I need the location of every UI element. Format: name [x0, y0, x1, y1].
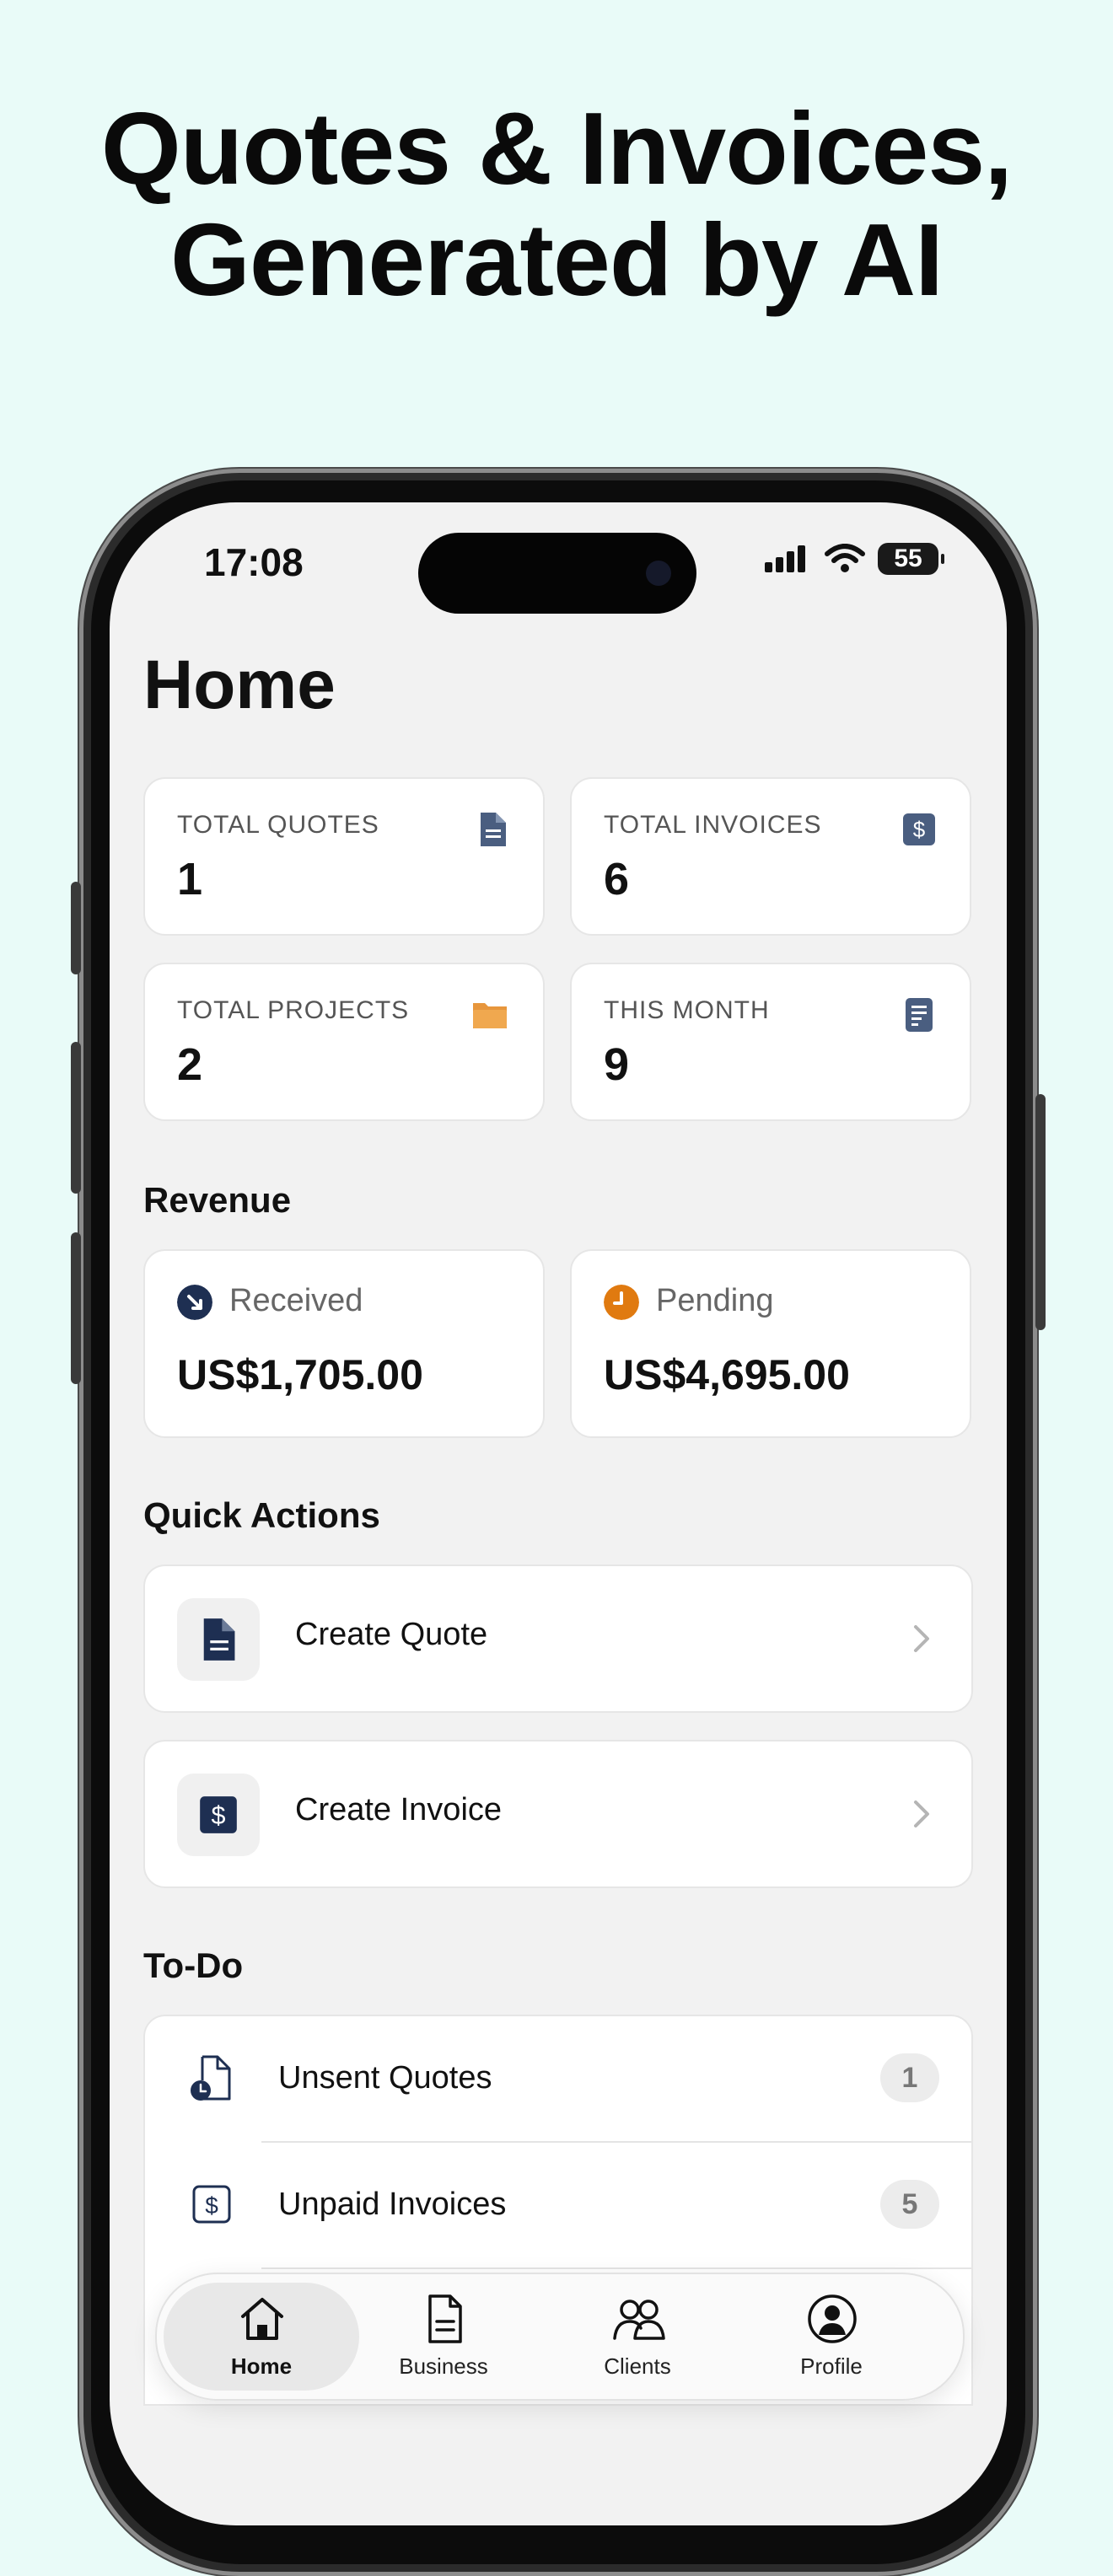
dollar-icon: $	[903, 813, 935, 845]
side-button	[1035, 1094, 1046, 1330]
stat-label: THIS MONTH	[604, 996, 770, 1024]
todo-label: Unsent Quotes	[278, 2060, 492, 2096]
battery-indicator: 55	[878, 543, 944, 575]
create-quote-button[interactable]: Create Quote	[143, 1564, 973, 1713]
todo-label: Unpaid Invoices	[278, 2187, 507, 2222]
stat-value: 9	[604, 1039, 630, 1090]
profile-icon	[808, 2294, 857, 2343]
tab-label: Profile	[800, 2353, 863, 2379]
revenue-received-card[interactable]: Received US$1,705.00	[143, 1249, 545, 1438]
divider	[261, 2267, 971, 2269]
stat-card-total-projects[interactable]: TOTAL PROJECTS 2	[143, 963, 545, 1121]
revenue-section-title: Revenue	[143, 1180, 292, 1220]
marketing-headline: Quotes & Invoices, Generated by AI	[0, 93, 1113, 315]
stat-card-total-quotes[interactable]: TOTAL QUOTES 1	[143, 777, 545, 936]
revenue-amount: US$1,705.00	[177, 1351, 423, 1398]
stat-value: 6	[604, 854, 630, 904]
revenue-label: Received	[229, 1283, 363, 1318]
pending-clock-icon	[604, 1285, 639, 1320]
received-arrow-icon	[177, 1285, 212, 1320]
stat-label: TOTAL INVOICES	[604, 811, 822, 839]
quick-actions-section-title: Quick Actions	[143, 1495, 380, 1535]
stat-value: 2	[177, 1039, 203, 1090]
todo-section-title: To-Do	[143, 1945, 244, 1985]
unpaid-invoice-icon: $	[192, 2185, 231, 2224]
business-icon	[428, 2294, 462, 2343]
clients-icon	[613, 2300, 665, 2340]
status-time: 17:08	[204, 540, 304, 584]
tab-label: Clients	[604, 2353, 671, 2379]
svg-text:$: $	[913, 817, 926, 842]
stat-value: 1	[177, 854, 203, 904]
stat-card-this-month[interactable]: THIS MONTH 9	[570, 963, 971, 1121]
tab-business[interactable]: Business	[351, 2274, 536, 2399]
revenue-pending-card[interactable]: Pending US$4,695.00	[570, 1249, 971, 1438]
svg-text:$: $	[205, 2192, 218, 2219]
revenue-label: Pending	[656, 1283, 774, 1318]
todo-item-unpaid-invoices[interactable]: $ Unpaid Invoices 5	[145, 2143, 971, 2267]
stat-label: TOTAL PROJECTS	[177, 996, 410, 1024]
chevron-right-icon	[914, 1801, 929, 1827]
wifi-icon	[825, 544, 865, 572]
dynamic-island	[418, 533, 696, 614]
headline-line-2: Generated by AI	[169, 202, 944, 317]
stat-card-total-invoices[interactable]: TOTAL INVOICES 6 $	[570, 777, 971, 936]
create-invoice-button[interactable]: $ Create Invoice	[143, 1740, 973, 1888]
todo-item-unsent-quotes[interactable]: Unsent Quotes 1	[145, 2016, 971, 2141]
tab-label: Business	[399, 2353, 488, 2379]
volume-up-button	[71, 1042, 81, 1194]
document-icon	[203, 1618, 235, 1661]
home-icon	[241, 2298, 283, 2340]
svg-text:$: $	[212, 1801, 226, 1830]
tab-clients[interactable]: Clients	[545, 2274, 730, 2399]
status-icons: 55	[763, 543, 944, 575]
action-label: Create Invoice	[295, 1792, 503, 1827]
revenue-amount: US$4,695.00	[604, 1351, 850, 1398]
action-label: Create Quote	[295, 1617, 488, 1652]
page-title: Home	[143, 647, 336, 723]
app-screen: 17:08 55 Home TOTAL QUOTES 1 TOTAL INVOI…	[110, 502, 1007, 2525]
cellular-signal-icon	[765, 545, 805, 572]
unsent-quote-icon	[191, 2055, 231, 2101]
headline-line-1: Quotes & Invoices,	[100, 91, 1013, 206]
volume-down-button	[71, 1232, 81, 1384]
chevron-right-icon	[914, 1625, 929, 1652]
dollar-icon: $	[200, 1796, 237, 1833]
tab-home[interactable]: Home	[157, 2274, 359, 2399]
tab-label: Home	[230, 2353, 293, 2379]
action-button	[71, 882, 81, 974]
stat-label: TOTAL QUOTES	[177, 811, 379, 839]
document-icon	[481, 813, 506, 846]
count-badge: 1	[880, 2053, 939, 2102]
folder-icon	[473, 1003, 507, 1028]
list-icon	[906, 998, 933, 1032]
count-badge: 5	[880, 2180, 939, 2229]
tab-profile[interactable]: Profile	[739, 2274, 924, 2399]
tab-bar: Home Business Clients Profile	[155, 2273, 965, 2401]
